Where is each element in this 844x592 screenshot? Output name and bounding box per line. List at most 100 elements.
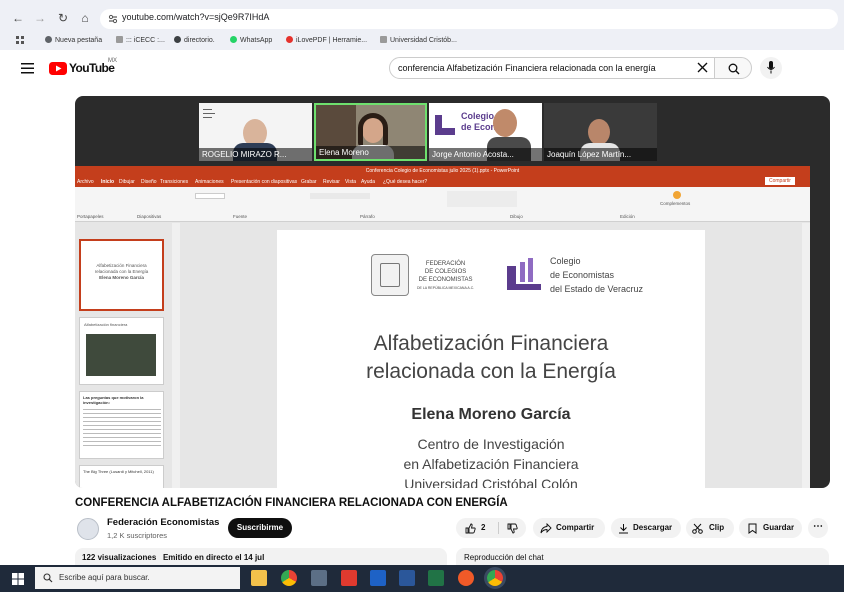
site-info-icon[interactable] (108, 14, 118, 24)
ppt-tab: Inicio (101, 179, 115, 185)
calculator-icon[interactable] (311, 570, 327, 586)
slide-title-line2: relacionada con la Energía (366, 360, 616, 383)
seal-inner (380, 263, 400, 287)
ppt-tab: Transiciones (160, 179, 189, 185)
bookmark-nueva-pestana[interactable]: Nueva pestaña (45, 36, 102, 44)
chrome-icon[interactable] (281, 570, 297, 586)
participant-tile: ▬▬▬ ▬▬▬▬ ▬▬▬ ROGELIO MIRAZO R... (199, 103, 312, 161)
menu-icon[interactable] (21, 63, 34, 74)
ppt-tab: Grabar (301, 179, 317, 185)
main-slide: FEDERACIÓN DE COLEGIOS DE ECONOMISTAS DE… (277, 230, 705, 488)
channel-avatar[interactable] (77, 518, 99, 540)
search-input[interactable]: conferencia Alfabetización Financiera re… (389, 57, 715, 79)
participant-tile: Joaquín López Martín... (544, 103, 657, 161)
powerpoint-tabs: Archivo Inicio Dibujar Diseño Transicion… (75, 176, 810, 187)
download-button[interactable]: Descargar (611, 518, 681, 538)
federacion-logo-text: FEDERACIÓN DE COLEGIOS DE ECONOMISTAS DE… (417, 261, 475, 290)
whatsapp-icon (230, 36, 237, 43)
slide-scrollbar (802, 223, 810, 488)
ppt-tab: Presentación con diapositivas (231, 179, 298, 185)
ppt-share-button: Compartir (765, 177, 795, 185)
thumbnail-text-lines (83, 406, 161, 446)
microphone-icon (767, 61, 775, 74)
dislike-button[interactable] (499, 518, 526, 538)
powerpoint-ribbon: Portapapeles Diapositivas Fuente Párrafo… (75, 187, 810, 222)
home-icon[interactable]: ⌂ (78, 11, 92, 25)
address-bar[interactable]: youtube.com/watch?v=sjQe9R7IHdA (100, 9, 838, 29)
colegio-logo-text: Colegio de Economistas del Estado de Ver… (550, 256, 644, 294)
search-icon (43, 573, 53, 583)
bookmark-directorio[interactable]: directorio. (174, 36, 215, 44)
more-horizontal-icon: ⋯ (813, 521, 823, 532)
video-title: CONFERENCIA ALFABETIZACIÓN FINANCIERA RE… (75, 497, 508, 509)
clear-search-icon[interactable] (697, 62, 708, 73)
speaker-name: Elena Moreno García (411, 406, 571, 423)
youtube-play-icon (49, 62, 67, 75)
ppt-tab: Animaciones (195, 179, 224, 185)
ppt-tab: Dibujar (119, 179, 135, 185)
slide-thumbnail: Alfabetización financiera (79, 317, 164, 385)
scissors-icon (692, 523, 703, 534)
participant-name: Elena Moreno (316, 146, 425, 159)
participant-tile: Colegio de Econ Jorge Antonio Acosta... (429, 103, 542, 161)
stream-date: Emitido en directo el 14 jul (162, 553, 265, 562)
save-button[interactable]: Guardar (739, 518, 802, 538)
bookmark-whatsapp[interactable]: WhatsApp (230, 36, 272, 44)
windows-start-icon[interactable] (12, 573, 24, 585)
participant-background-text: Colegio de Econ (461, 111, 497, 132)
back-icon[interactable]: ← (11, 11, 25, 25)
save-playlist-icon (748, 523, 757, 534)
bookmark-ilovepdf[interactable]: iLovePDF | Herramie... (286, 36, 367, 44)
ppt-tab: Archivo (77, 179, 94, 185)
more-actions-button[interactable]: ⋯ (808, 518, 828, 538)
taskbar-search[interactable]: Escribe aquí para buscar. (35, 567, 240, 589)
participant-face (493, 109, 517, 137)
video-player[interactable]: ▬▬▬ ▬▬▬▬ ▬▬▬ ROGELIO MIRAZO R... Elena Mor… (75, 96, 830, 488)
file-explorer-icon[interactable] (251, 570, 267, 586)
like-button[interactable]: 2 (456, 518, 498, 538)
pdf-app-icon[interactable] (341, 570, 357, 586)
chat-replay-label: Reproducción del chat (464, 553, 544, 562)
voice-search-button[interactable] (760, 57, 782, 79)
heart-icon (286, 36, 293, 43)
subscriber-count: 1,2 K suscriptores (107, 531, 168, 540)
slide-thumbnail: Las preguntas que motivaron la investiga… (79, 391, 164, 459)
excel-icon[interactable] (428, 570, 444, 586)
outlook-icon[interactable] (370, 570, 386, 586)
subscribe-button[interactable]: Suscribirme (228, 518, 292, 538)
chrome-active-icon[interactable] (487, 570, 503, 586)
word-icon[interactable] (399, 570, 415, 586)
affiliation-line1: Centro de Investigación (417, 436, 565, 452)
participant-name: Joaquín López Martín... (544, 148, 657, 161)
globe-favicon-icon (174, 36, 181, 43)
search-button[interactable] (714, 57, 752, 79)
participant-name: Jorge Antonio Acosta... (429, 148, 542, 161)
participant-hair (358, 113, 388, 147)
url-text: youtube.com/watch?v=sjQe9R7IHdA (122, 12, 270, 22)
slide-thumbnail: Alfabetización Financiera relacionada co… (79, 239, 164, 311)
slide-thumbnail-pane: Alfabetización Financiera relacionada co… (75, 223, 172, 488)
participant-tile-active: Elena Moreno (314, 103, 427, 161)
clip-button[interactable]: Clip (686, 518, 734, 538)
thumbs-up-icon (465, 523, 476, 534)
thumbs-down-icon (507, 523, 518, 534)
apps-grid-icon[interactable] (16, 36, 25, 45)
search-icon (728, 63, 740, 75)
ppt-tab: Revisar (323, 179, 340, 185)
channel-name[interactable]: Federación Economistas (107, 517, 219, 528)
bookmark-icecc[interactable]: ::: iCECC :... (116, 36, 165, 44)
share-button[interactable]: Compartir (533, 518, 605, 538)
forward-icon[interactable]: → (33, 11, 47, 25)
powerpoint-title: Conferencia Colegio de Economistas julio… (75, 166, 810, 176)
cloud-app-icon[interactable] (458, 570, 474, 586)
ppt-tab: Vista (345, 179, 357, 185)
participant-slide-preview: ▬▬▬ ▬▬▬▬ ▬▬▬ (203, 107, 215, 119)
bookmark-universidad[interactable]: Universidad Cristób... (380, 36, 457, 44)
reload-icon[interactable]: ↻ (56, 11, 70, 25)
ppt-addins-icon (673, 191, 681, 199)
slide-title-line1: Alfabetización Financiera (373, 332, 609, 355)
bookmarks-bar: Nueva pestaña ::: iCECC :... directorio.… (0, 32, 844, 50)
participant-face (588, 119, 610, 145)
share-icon (540, 523, 552, 534)
powerpoint-window: Conferencia Colegio de Economistas julio… (75, 166, 810, 488)
